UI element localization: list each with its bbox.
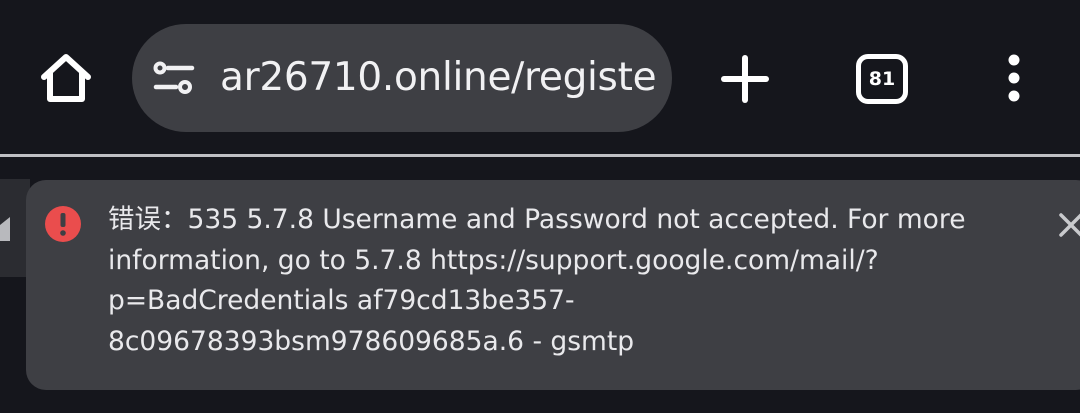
close-icon[interactable] [1056, 210, 1080, 240]
home-icon [41, 54, 91, 102]
error-circle-icon [45, 206, 81, 242]
home-button[interactable] [30, 42, 102, 114]
tab-switcher-button[interactable]: 81 [856, 54, 908, 104]
tab-count: 81 [868, 68, 896, 90]
browser-window: ar26710.online/register 81 错误：535 5.7.8 … [0, 0, 1080, 413]
error-message: 错误：535 5.7.8 Username and Password not a… [108, 200, 978, 362]
plus-icon[interactable] [710, 44, 780, 114]
tune-icon[interactable] [152, 60, 196, 96]
browser-toolbar: ar26710.online/register 81 [0, 0, 1080, 155]
address-bar[interactable]: ar26710.online/register [132, 24, 672, 132]
more-vert-icon[interactable] [992, 48, 1036, 112]
url-text[interactable]: ar26710.online/register [220, 24, 658, 132]
home-icon [0, 217, 10, 241]
error-banner: 错误：535 5.7.8 Username and Password not a… [26, 180, 1080, 390]
error-prefix: 错误： [108, 204, 188, 235]
error-detail: 535 5.7.8 Username and Password not acce… [108, 204, 966, 357]
